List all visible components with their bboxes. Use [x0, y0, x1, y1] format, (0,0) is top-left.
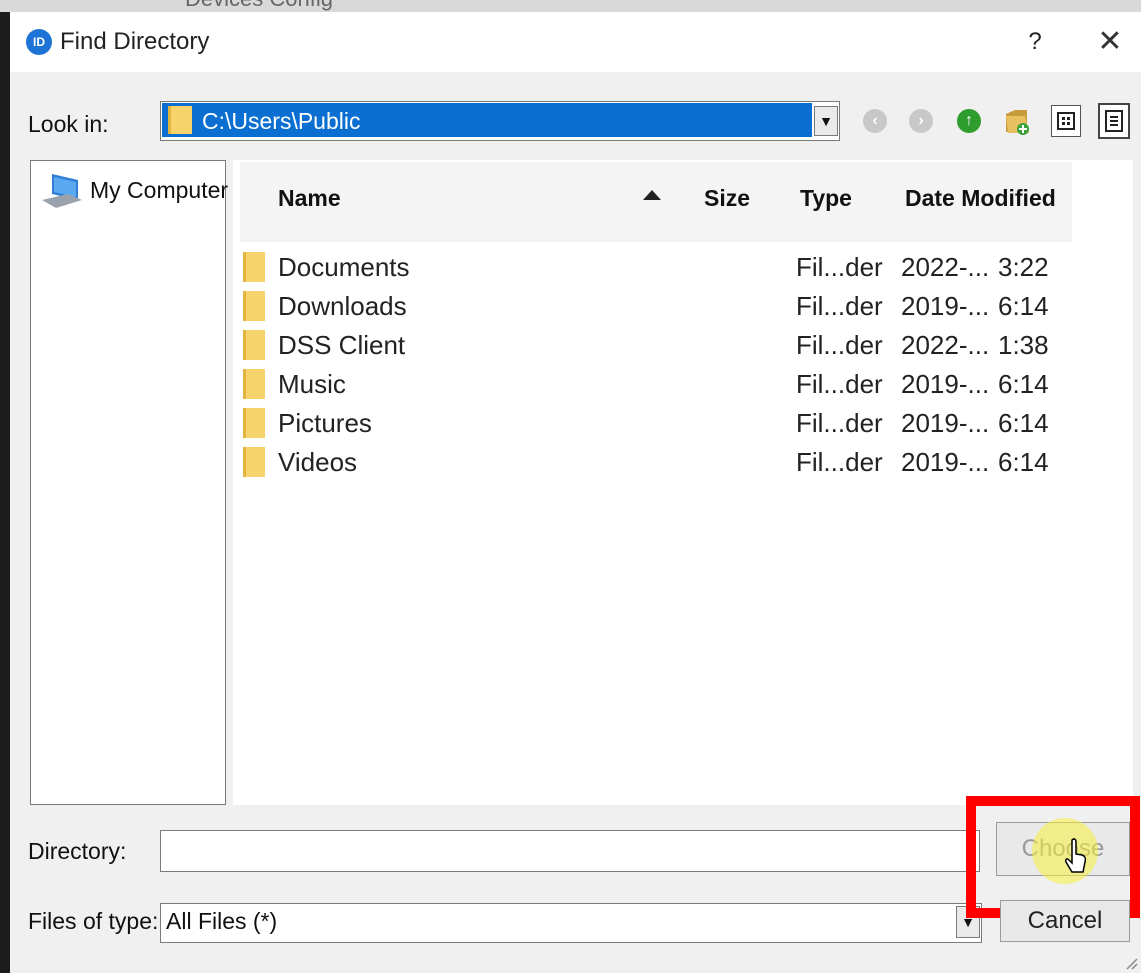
look-in-label: Look in: [28, 111, 109, 137]
file-date: 2022-... [901, 330, 990, 360]
up-folder-button[interactable]: ↑ [953, 103, 985, 139]
file-date: 2019-... [901, 291, 990, 321]
column-header-date-modified[interactable]: Date Modified [905, 185, 1056, 212]
places-item-my-computer[interactable]: My Computer [90, 177, 228, 204]
folder-icon [243, 252, 265, 282]
list-view-icon [1057, 112, 1075, 130]
list-view-button[interactable] [1051, 105, 1081, 137]
new-folder-icon [1006, 110, 1029, 135]
places-pane [30, 160, 226, 805]
background-window-strip: Devices Config [0, 0, 1141, 12]
details-view-icon [1105, 110, 1123, 132]
file-name: Pictures [278, 408, 372, 438]
file-type: Fil...der [796, 291, 883, 321]
file-name: Downloads [278, 291, 407, 321]
computer-icon[interactable] [38, 170, 84, 212]
file-date: 2019-... [901, 447, 990, 477]
file-row-videos[interactable]: Videos Fil...der 2019-... 6:14 [240, 443, 1090, 481]
folder-icon [243, 291, 265, 321]
help-button[interactable]: ? [1020, 26, 1050, 58]
file-type: Fil...der [796, 330, 883, 360]
chevron-down-icon[interactable]: ▼ [814, 106, 838, 136]
file-row-dss-client[interactable]: DSS Client Fil...der 2022-... 1:38 [240, 326, 1090, 364]
forward-icon: › [909, 109, 933, 133]
column-header-size[interactable]: Size [704, 185, 750, 212]
close-button[interactable]: ✕ [1090, 24, 1130, 60]
new-folder-button[interactable] [1001, 103, 1033, 139]
file-name: Videos [278, 447, 358, 477]
file-type: Fil...der [796, 252, 883, 282]
folder-icon [243, 408, 265, 438]
file-date: 2019-... [901, 408, 990, 438]
file-date: 2019-... [901, 369, 990, 399]
directory-input[interactable] [160, 830, 980, 872]
file-time: 6:14 [998, 369, 1049, 399]
look-in-value: C:\Users\Public [202, 108, 361, 134]
file-time: 6:14 [998, 291, 1049, 321]
file-time: 6:14 [998, 447, 1049, 477]
file-time: 6:14 [998, 408, 1049, 438]
file-time: 3:22 [998, 252, 1049, 282]
file-row-documents[interactable]: Documents Fil...der 2022-... 3:22 [240, 248, 1090, 286]
resize-grip-icon[interactable] [1124, 956, 1138, 970]
details-view-button[interactable] [1098, 103, 1130, 139]
folder-icon [243, 330, 265, 360]
folder-icon [243, 369, 265, 399]
file-name: Music [278, 369, 346, 399]
file-type: Fil...der [796, 369, 883, 399]
up-folder-icon: ↑ [957, 109, 981, 133]
directory-label: Directory: [28, 838, 127, 864]
file-name: Documents [278, 252, 410, 282]
file-name: DSS Client [278, 330, 406, 360]
dialog-titlebar: ID Find Directory ? ✕ [10, 12, 1141, 72]
file-row-music[interactable]: Music Fil...der 2019-... 6:14 [240, 365, 1090, 403]
back-button[interactable]: ‹ [859, 103, 891, 139]
file-date: 2022-... [901, 252, 990, 282]
files-of-type-value: All Files (*) [166, 908, 278, 934]
forward-button[interactable]: › [905, 103, 937, 139]
cancel-button[interactable]: Cancel [1000, 900, 1130, 942]
sort-ascending-icon [643, 190, 661, 200]
app-icon: ID [26, 29, 52, 55]
background-window-title: Devices Config [185, 0, 333, 12]
file-type: Fil...der [796, 408, 883, 438]
files-of-type-label: Files of type: [28, 908, 159, 934]
folder-icon [243, 447, 265, 477]
folder-icon [168, 106, 192, 134]
column-header-name[interactable]: Name [278, 185, 341, 212]
file-row-pictures[interactable]: Pictures Fil...der 2019-... 6:14 [240, 404, 1090, 442]
column-header-type[interactable]: Type [800, 185, 852, 212]
file-row-downloads[interactable]: Downloads Fil...der 2019-... 6:14 [240, 287, 1090, 325]
back-icon: ‹ [863, 109, 887, 133]
files-of-type-combobox[interactable] [160, 903, 982, 943]
dialog-title: Find Directory [60, 28, 210, 55]
background-window-edge [0, 12, 10, 973]
file-type: Fil...der [796, 447, 883, 477]
file-time: 1:38 [998, 330, 1049, 360]
